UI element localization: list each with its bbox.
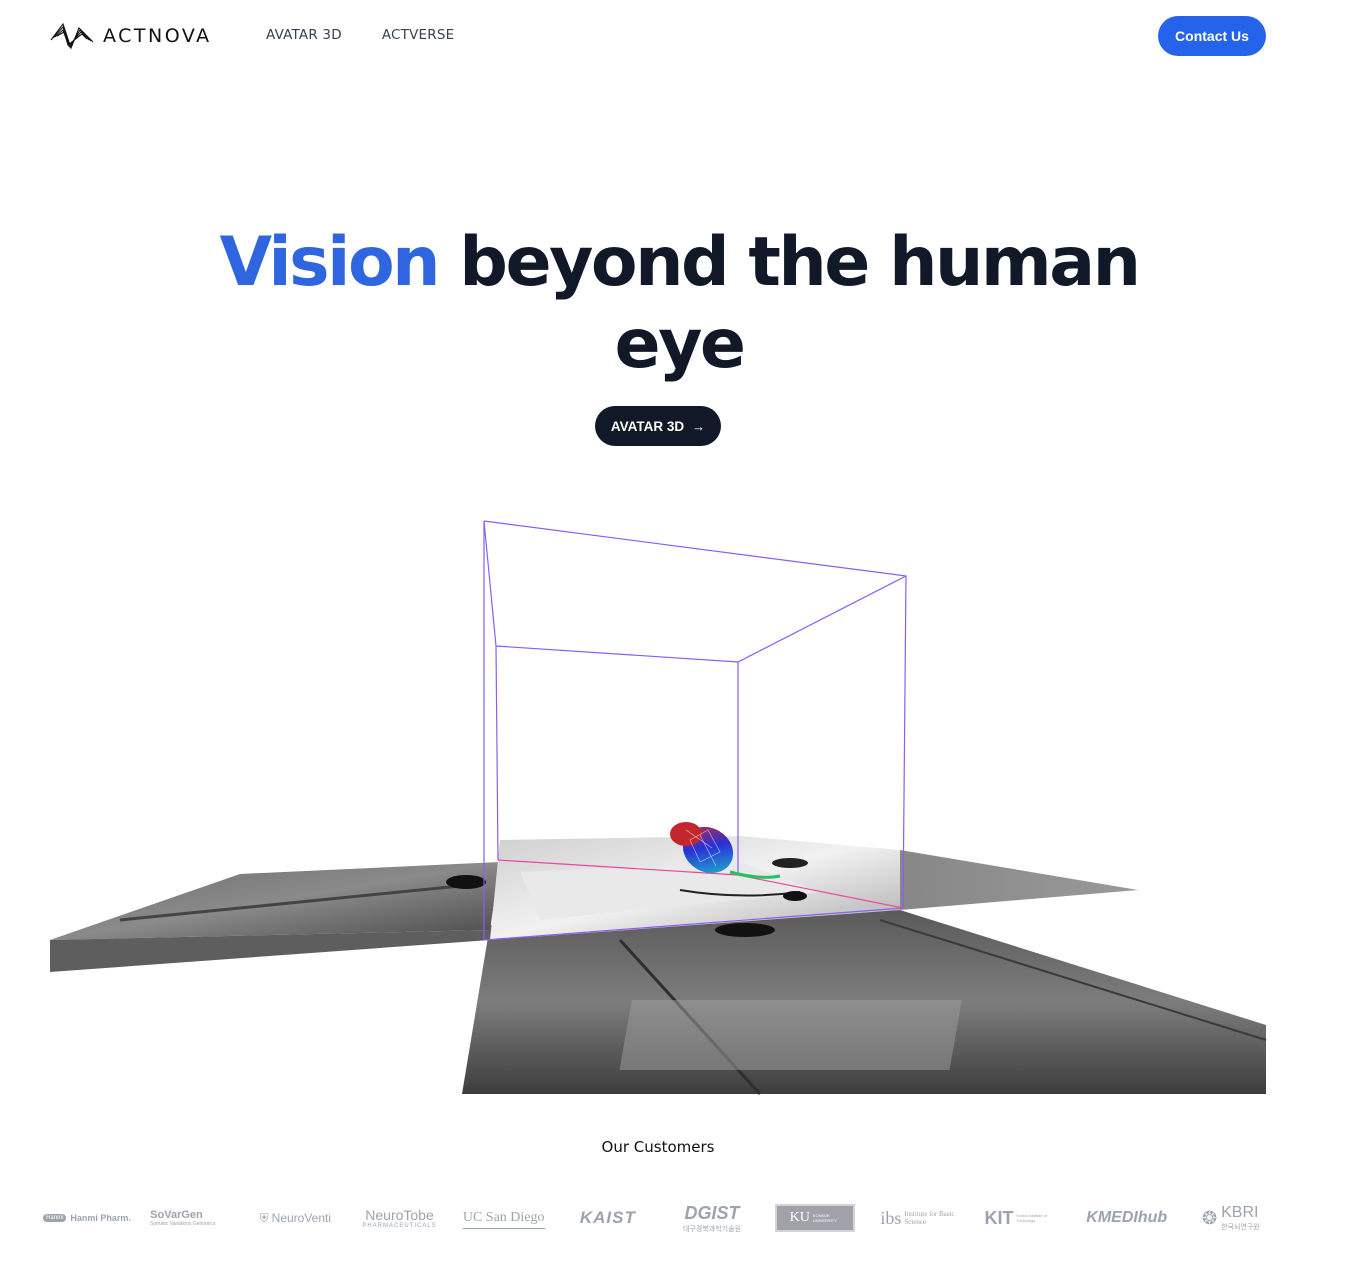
nav-actverse[interactable]: ACTVERSE (382, 27, 455, 43)
customers-heading: Our Customers (601, 1138, 715, 1156)
neurotobe-sub: PHARMACEUTICALS (362, 1223, 437, 1229)
kit-name: KIT (984, 1207, 1014, 1228)
brand-name: ACTNOVA (103, 25, 212, 47)
kit-sub: Korea Institute of Toxicology (1016, 1213, 1047, 1223)
kbri-name: KBRI (1221, 1204, 1259, 1221)
neuroventi-name: NeuroVenti (271, 1211, 332, 1225)
customer-logo-ibs: ibs Institute for Basic Science (877, 1198, 959, 1238)
customer-logo-dgist: DGIST 대구경북과학기술원 (671, 1198, 753, 1238)
customer-logo-neurotobe: NeuroTobe PHARMACEUTICALS (359, 1198, 441, 1238)
hanmi-name: Hanmi Pharm. (70, 1213, 131, 1223)
ibs-sub: Institute for Basic Science (904, 1210, 955, 1226)
dgist-name: DGIST (684, 1202, 740, 1223)
main-nav: AVATAR 3D ACTVERSE (266, 27, 454, 43)
sovargen-sub: Somatic Variations Genomics (150, 1221, 216, 1227)
konkuk-sub: KONKUK UNIVERSITY (812, 1213, 837, 1223)
customer-logo-kit: KIT Korea Institute of Toxicology (982, 1198, 1064, 1238)
arrow-right-icon: → (692, 418, 706, 434)
ibs-name: ibs (880, 1207, 902, 1228)
avatar-3d-cta-label: AVATAR 3D (610, 418, 685, 434)
hero-title: Vision beyond the human eye (179, 222, 1179, 386)
hero-title-accent: Vision (219, 223, 440, 302)
customer-logo-kaist: KAIST (579, 1208, 636, 1227)
arena-left-panel (50, 862, 500, 940)
customer-logo-sovargen: SoVarGen Somatic Variations Genomics (150, 1198, 232, 1238)
shadow-blob (772, 858, 808, 868)
customer-logo-kmedihub: KMEDIhub (1086, 1209, 1168, 1226)
hanmi-badge: Hanmi (43, 1214, 67, 1222)
brand-logo[interactable]: ACTNOVA (49, 20, 212, 52)
customer-logo-neuroventi: ⛨ NeuroVenti (254, 1198, 336, 1238)
hero-title-rest: beyond the human eye (438, 223, 1141, 384)
shield-icon: ⛨ (259, 1210, 269, 1225)
brain-icon: ❂ (1202, 1207, 1218, 1228)
avatar-3d-cta-button[interactable]: AVATAR 3D → (595, 406, 721, 446)
sovargen-name: SoVarGen (150, 1209, 203, 1221)
customer-logo-hanmi: Hanmi Hanmi Pharm. (43, 1198, 131, 1238)
customer-logo-kbri: ❂ KBRI 한국뇌연구원 (1190, 1198, 1272, 1238)
konkuk-name: KU (789, 1210, 810, 1225)
arena-front-highlight (619, 1000, 962, 1070)
nav-avatar-3d[interactable]: AVATAR 3D (266, 27, 342, 43)
shadow-blob (783, 891, 807, 901)
customer-logos: Hanmi Hanmi Pharm. SoVarGen Somatic Vari… (43, 1196, 1272, 1240)
customer-logo-konkuk: KU KONKUK UNIVERSITY (775, 1204, 856, 1232)
shadow-blob (715, 923, 775, 937)
neurotobe-name: NeuroTobe (365, 1207, 434, 1223)
contact-us-button[interactable]: Contact Us (1158, 16, 1266, 56)
site-header: ACTNOVA AVATAR 3D ACTVERSE Contact Us (0, 0, 1358, 72)
dgist-sub: 대구경북과학기술원 (683, 1225, 742, 1233)
kbri-sub: 한국뇌연구원 (1221, 1224, 1260, 1231)
shadow-blob (446, 875, 486, 889)
avatar-3d-scene[interactable] (0, 500, 1358, 1100)
actnova-mark-icon (50, 22, 94, 50)
customer-logo-ucsd: UC San Diego (462, 1207, 545, 1229)
